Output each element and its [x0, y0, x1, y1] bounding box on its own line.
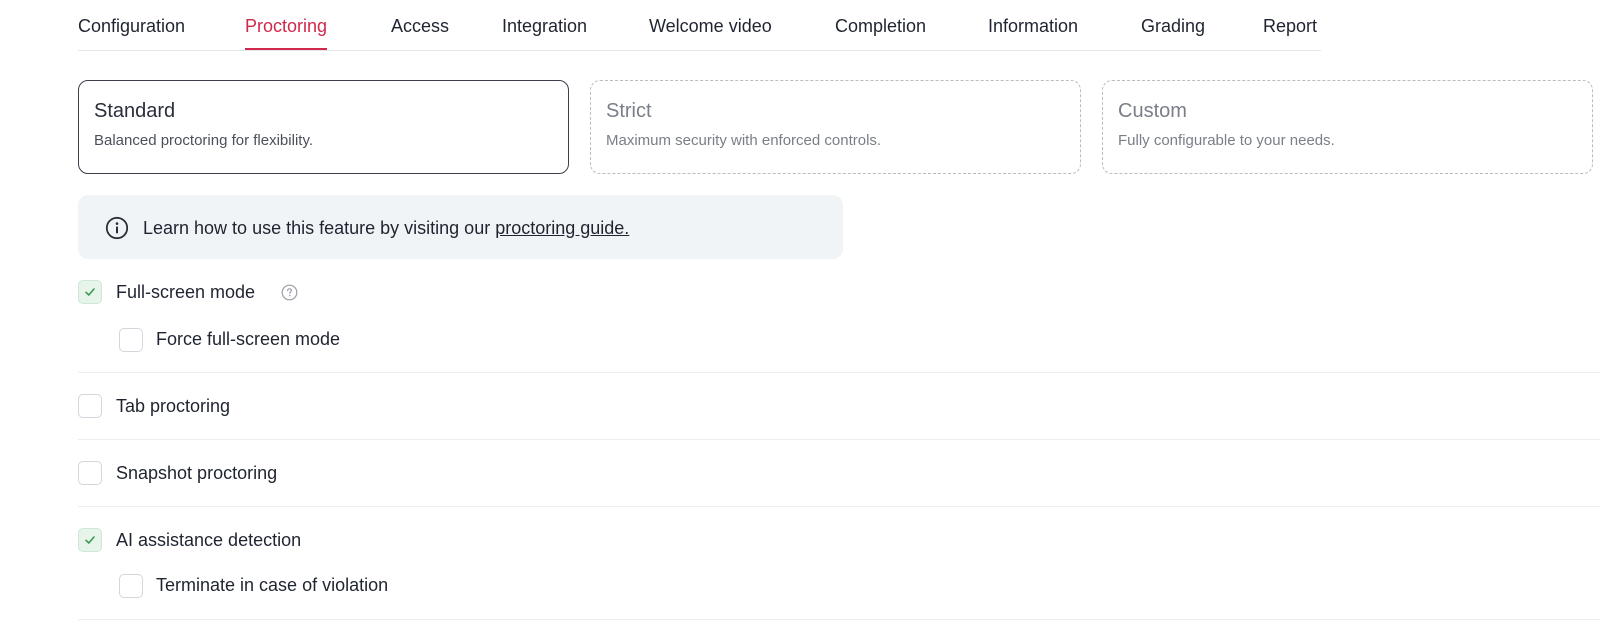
- info-icon: [105, 216, 129, 240]
- tab-completion[interactable]: Completion: [835, 13, 926, 39]
- mode-card-title: Strict: [606, 100, 652, 122]
- tab-proctoring-label[interactable]: Tab proctoring: [116, 393, 230, 419]
- mode-card-title: Standard: [94, 100, 176, 122]
- tab-configuration[interactable]: Configuration: [78, 13, 185, 39]
- mode-card-title: Custom: [1118, 100, 1187, 122]
- info-banner-text: Learn how to use this feature by visitin…: [143, 215, 629, 241]
- tab-proctoring-checkbox[interactable]: [78, 394, 102, 418]
- divider: [78, 506, 1600, 507]
- divider: [78, 372, 1600, 373]
- terminate-on-violation-label[interactable]: Terminate in case of violation: [156, 572, 388, 598]
- proctoring-guide-link[interactable]: proctoring guide.: [495, 218, 629, 238]
- mode-card-standard[interactable]: Standard Balanced proctoring for flexibi…: [78, 80, 569, 174]
- full-screen-mode-checkbox[interactable]: [78, 280, 102, 304]
- snapshot-proctoring-checkbox[interactable]: [78, 461, 102, 485]
- check-icon: [85, 536, 95, 544]
- force-full-screen-label[interactable]: Force full-screen mode: [156, 326, 340, 352]
- mode-card-custom[interactable]: Custom Fully configurable to your needs.: [1102, 80, 1593, 174]
- tab-access[interactable]: Access: [391, 13, 449, 39]
- check-icon: [85, 288, 95, 296]
- divider: [78, 439, 1600, 440]
- tab-grading[interactable]: Grading: [1141, 13, 1205, 39]
- info-banner: Learn how to use this feature by visitin…: [78, 195, 843, 259]
- ai-detection-label[interactable]: AI assistance detection: [116, 527, 301, 553]
- tab-integration[interactable]: Integration: [502, 13, 587, 39]
- mode-card-description: Balanced proctoring for flexibility.: [94, 132, 313, 149]
- snapshot-proctoring-label[interactable]: Snapshot proctoring: [116, 460, 277, 486]
- info-text: Learn how to use this feature by visitin…: [143, 218, 491, 238]
- tab-report[interactable]: Report: [1263, 13, 1317, 39]
- divider: [78, 619, 1600, 620]
- force-full-screen-checkbox[interactable]: [119, 328, 143, 352]
- mode-card-description: Maximum security with enforced controls.: [606, 132, 882, 149]
- mode-card-description: Fully configurable to your needs.: [1118, 132, 1335, 149]
- tab-bar: Configuration Proctoring Access Integrat…: [78, 0, 1321, 51]
- ai-detection-checkbox[interactable]: [78, 528, 102, 552]
- mode-card-strict[interactable]: Strict Maximum security with enforced co…: [590, 80, 1081, 174]
- full-screen-mode-label[interactable]: Full-screen mode: [116, 279, 255, 305]
- tab-welcome-video[interactable]: Welcome video: [649, 13, 772, 39]
- terminate-on-violation-checkbox[interactable]: [119, 574, 143, 598]
- question-circle-icon[interactable]: [281, 284, 298, 301]
- tab-information[interactable]: Information: [988, 13, 1078, 39]
- tab-proctoring[interactable]: Proctoring: [245, 13, 328, 50]
